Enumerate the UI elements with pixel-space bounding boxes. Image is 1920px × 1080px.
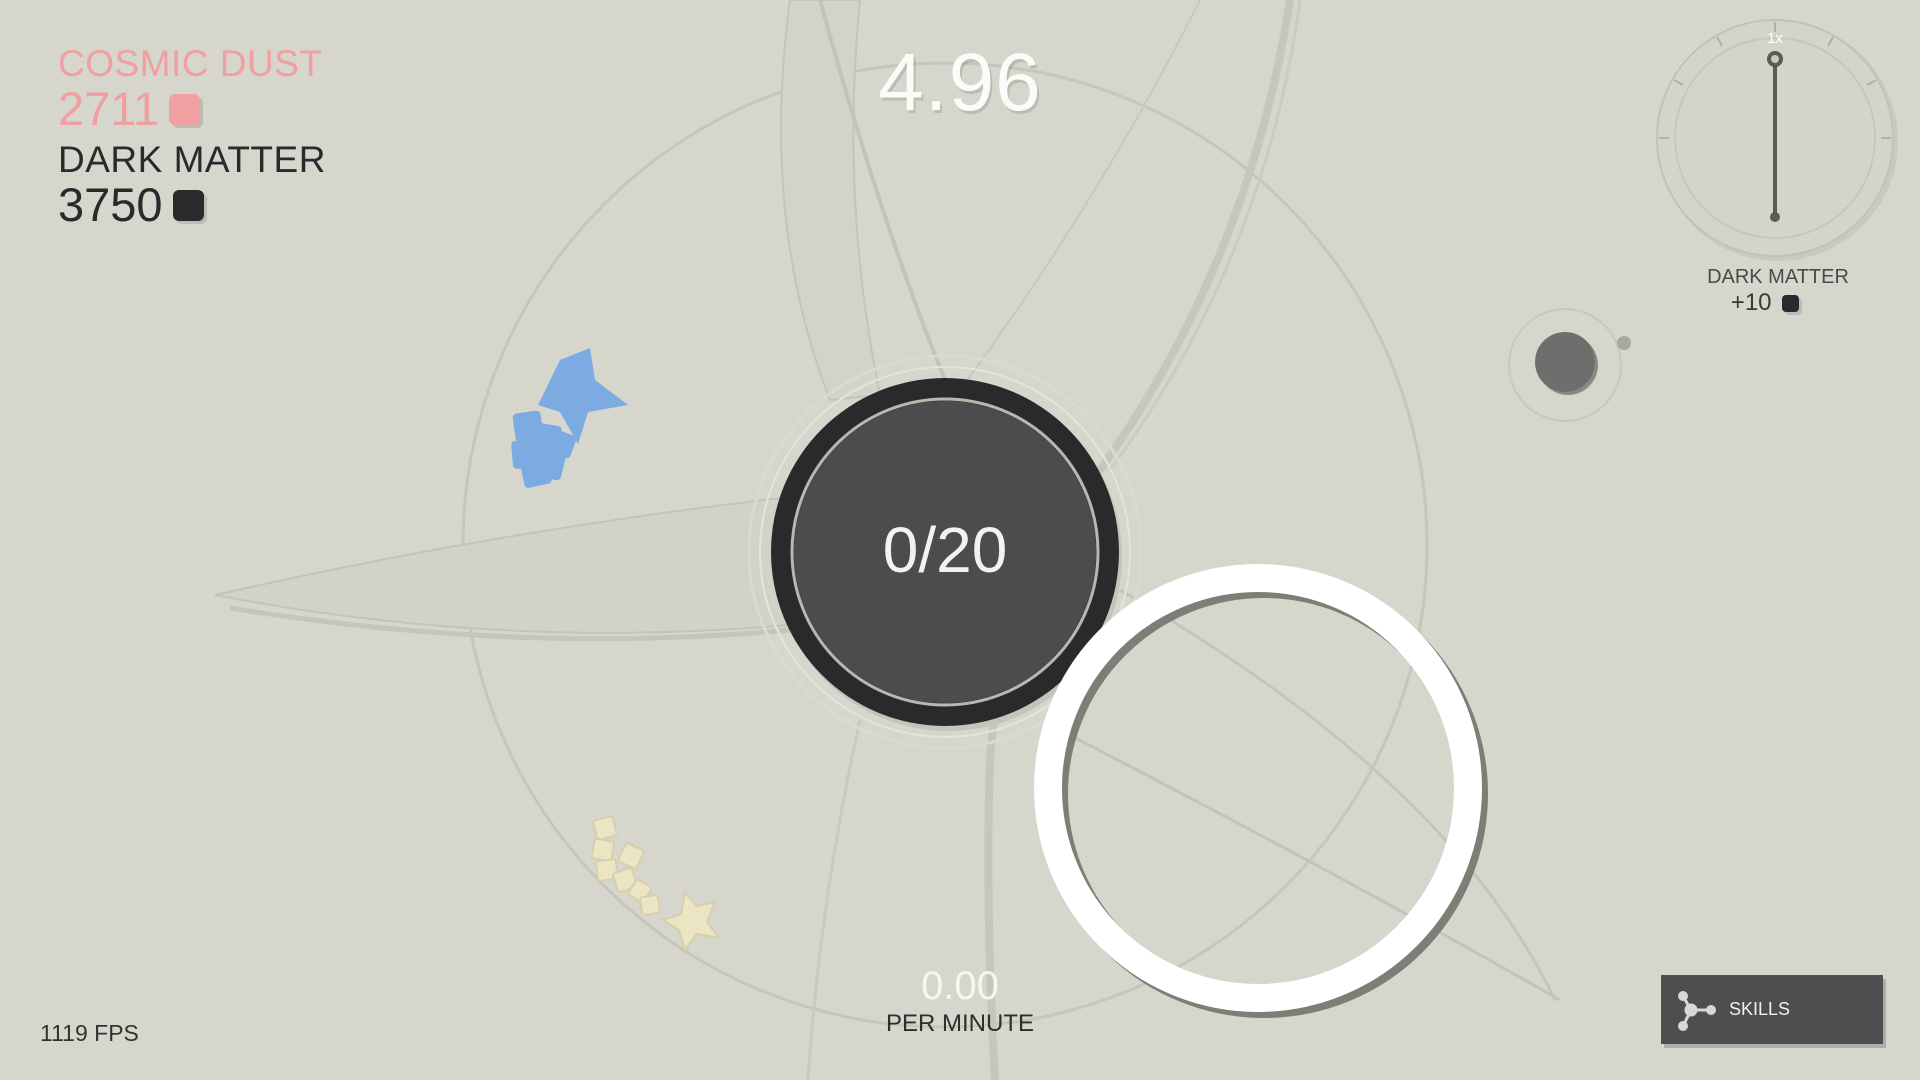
gauge-title: DARK MATTER: [1707, 266, 1849, 288]
blue-crystal-cluster[interactable]: [500, 340, 640, 500]
timer-display: 4.96: [878, 37, 1042, 128]
speed-gauge[interactable]: [1655, 18, 1900, 263]
fps-counter: 1119 FPS: [40, 1020, 139, 1046]
cream-crystal-shard: [592, 815, 618, 841]
dark-matter-icon: [1782, 295, 1800, 313]
cream-crystal-star: [660, 889, 722, 953]
gauge-bonus: +10: [1665, 289, 1865, 317]
cream-crystal-shard: [639, 894, 661, 916]
cosmic-dust-icon: [169, 94, 201, 126]
dark-matter-label: DARK MATTER: [58, 139, 326, 180]
cosmic-dust-label: COSMIC DUST: [58, 43, 323, 84]
blue-crystal-shard: [520, 456, 552, 488]
dark-matter-value: 3750: [58, 180, 326, 230]
gauge-speed-label: 1x: [1767, 30, 1783, 47]
satellite-orb[interactable]: [1508, 305, 1638, 435]
cream-crystal-shard: [590, 837, 616, 863]
white-ring-cursor[interactable]: [1030, 560, 1510, 1040]
skills-button[interactable]: SKILLS: [1661, 975, 1883, 1044]
skills-button-label: SKILLS: [1729, 999, 1791, 1019]
resource-hud: COSMIC DUST 2711 DARK MATTER 3750: [58, 44, 326, 230]
cosmic-dust-value: 2711: [58, 84, 326, 134]
rate-value: 0.00: [921, 964, 999, 1008]
cream-crystal-cluster[interactable]: [585, 810, 745, 960]
skill-tree-icon: [1678, 990, 1716, 1031]
dark-matter-icon: [172, 190, 204, 222]
cream-crystal-shard: [617, 842, 645, 870]
rate-label: PER MINUTE: [885, 1010, 1034, 1037]
